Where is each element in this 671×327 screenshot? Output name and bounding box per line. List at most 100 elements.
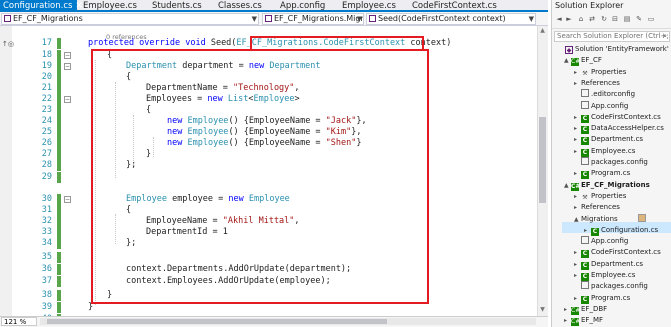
tree-item[interactable]: App.config xyxy=(574,236,628,246)
member-dropdown-label: Seed(CodeFirstContext context) xyxy=(378,14,506,23)
expander-icon[interactable]: ▸ xyxy=(574,124,581,134)
code-token: Seed( xyxy=(210,38,237,48)
tree-item-label: EF_MF xyxy=(581,316,604,325)
expander-icon[interactable]: ▸ xyxy=(574,147,581,157)
tree-item[interactable]: ▸ C Program.cs xyxy=(574,293,630,304)
expander-icon[interactable]: ▸ xyxy=(574,113,581,123)
change-indicator xyxy=(57,302,61,313)
tab-configuration-cs[interactable]: Configuration.cs ✕ xyxy=(0,0,83,12)
refresh-icon[interactable]: ↻ xyxy=(600,15,608,24)
tab-classes-cs[interactable]: Classes.cs xyxy=(218,0,262,12)
line-number: 20 xyxy=(41,72,52,82)
close-icon[interactable]: ✕ xyxy=(75,1,82,11)
tab-employee-cs-2[interactable]: Employee.cs xyxy=(342,0,396,12)
tab-label: Classes.cs xyxy=(218,1,262,11)
tree-item[interactable]: ▸ C CodeFirstContext.cs xyxy=(574,112,661,123)
tab-students-cs[interactable]: Students.cs xyxy=(152,0,202,12)
tab-app-config[interactable]: App.config xyxy=(280,0,325,12)
horizontal-scroll-thumb[interactable] xyxy=(47,319,387,324)
tree-item[interactable]: ▸ C CodeFirstContext.cs xyxy=(574,247,661,259)
solution-search-input[interactable]: Search Solution Explorer (Ctrl+;) ⌕ xyxy=(554,31,670,42)
tree-item[interactable]: ▸ C Configuration.cs xyxy=(584,225,659,236)
tree-item-label: Department.cs xyxy=(591,259,644,268)
project-dropdown-label: EF_CF_Migrations xyxy=(13,14,83,23)
tree-item[interactable]: ▸ C Program.cs xyxy=(574,168,630,180)
expander-icon[interactable]: ▸ xyxy=(574,79,581,89)
collapse-all-icon[interactable]: ⊟ xyxy=(611,15,619,24)
expander-icon[interactable]: ▸ xyxy=(574,192,581,202)
tree-item-label: Configuration.cs xyxy=(601,225,659,234)
expander-icon[interactable]: ▸ xyxy=(574,271,581,281)
tab-employee-cs[interactable]: Employee.cs xyxy=(83,0,137,12)
tree-item[interactable]: ▲ C#EF_CF_Migrations xyxy=(564,180,650,191)
tree-item[interactable]: ▲ C#EF_CF xyxy=(564,55,602,67)
tree-item[interactable]: ▸ C#EF_DBF xyxy=(564,304,607,315)
code-editor[interactable]: Configuration.cs ✕ Employee.cs Students.c… xyxy=(0,0,548,327)
tree-item[interactable]: ▲ Migrations xyxy=(574,213,646,225)
collapse-outline-icon[interactable]: − xyxy=(64,63,71,70)
tree-item-label: Migrations xyxy=(581,214,618,223)
sync-icon[interactable]: ⇄ xyxy=(588,15,596,24)
tree-item[interactable]: packages.config xyxy=(574,157,648,167)
preview-icon[interactable]: ▭ xyxy=(647,15,655,24)
tree-item[interactable]: ▸ C DataAccessHelper.cs xyxy=(574,123,664,135)
collapse-outline-icon[interactable]: − xyxy=(64,196,71,203)
tree-item-label: .editorconfig xyxy=(591,90,636,99)
tree-item[interactable]: ▸ C Department.cs xyxy=(574,134,643,146)
expander-icon[interactable]: ▸ xyxy=(574,203,581,213)
tree-item[interactable]: ◆Solution 'EntityFramework' (4 p xyxy=(558,44,671,54)
tab-codefirstcontext-cs[interactable]: CodeFirstContext.cs xyxy=(412,0,497,12)
cfg-icon xyxy=(581,281,589,290)
tree-item[interactable]: ▸ ⚒ Properties xyxy=(574,191,626,201)
show-all-files-icon[interactable]: ▤ xyxy=(623,15,631,24)
vertical-scroll-thumb[interactable] xyxy=(539,117,546,203)
override-glyph-icon[interactable]: ↑◎ xyxy=(2,40,14,48)
tree-item[interactable]: ▸ C#EF_MF xyxy=(564,315,604,327)
home-icon[interactable]: ⌂ xyxy=(577,15,585,24)
member-dropdown[interactable]: Seed(CodeFirstContext context) ▼ xyxy=(366,13,536,25)
zoom-dropdown[interactable]: 121 % xyxy=(1,317,37,326)
scroll-down-icon[interactable]: ▼ xyxy=(537,306,548,316)
change-indicator xyxy=(57,227,61,238)
expander-icon[interactable]: ▸ xyxy=(564,316,571,326)
expander-icon[interactable]: ▲ xyxy=(574,215,581,225)
expander-icon[interactable]: ▸ xyxy=(584,226,591,236)
tree-item[interactable]: ▸ ⚒ Properties xyxy=(574,67,626,77)
class-dropdown[interactable]: EF_CF_Migrations.Migratic▼ xyxy=(262,13,364,25)
project-dropdown[interactable]: EF_CF_Migrations ▼ xyxy=(1,13,259,25)
search-placeholder: Search Solution Explorer (Ctrl+;) xyxy=(557,32,670,40)
expander-icon[interactable]: ▸ xyxy=(574,294,581,304)
collapse-outline-icon[interactable]: − xyxy=(64,96,71,103)
tree-item[interactable]: ▸ C Employee.cs xyxy=(574,146,635,157)
expander-icon[interactable]: ▸ xyxy=(574,260,581,270)
back-icon[interactable]: ◄ xyxy=(555,15,563,24)
tree-item[interactable]: ▸ C Department.cs xyxy=(574,259,644,270)
expander-icon[interactable]: ▸ xyxy=(574,68,581,78)
expander-icon[interactable]: ▸ xyxy=(574,135,581,145)
tree-item-label: CodeFirstContext.cs xyxy=(591,112,661,121)
forward-icon[interactable]: ► xyxy=(565,15,573,24)
tree-item[interactable]: .editorconfig xyxy=(574,89,635,99)
expander-icon[interactable]: ▸ xyxy=(564,305,571,315)
tree-item-label: Properties xyxy=(591,67,627,76)
scroll-up-icon[interactable]: ▲ xyxy=(537,27,548,37)
collapse-outline-icon[interactable]: − xyxy=(64,52,71,59)
tree-item[interactable]: ▸ C Employee.cs xyxy=(574,270,636,281)
tree-item[interactable]: ▸■References xyxy=(574,78,620,88)
expander-icon[interactable]: ▲ xyxy=(564,181,571,191)
change-indicator xyxy=(57,290,61,301)
solution-explorer-toolbar: ◄ ► ⌂ ⇄ ↻ ⊟ ▤ ✎ ▭ xyxy=(552,11,671,29)
tree-item[interactable]: App.config xyxy=(574,100,628,111)
expander-icon[interactable]: ▲ xyxy=(564,56,571,66)
tree-item-label: packages.config xyxy=(591,282,648,291)
tree-item-label: EF_CF_Migrations xyxy=(581,180,650,189)
expander-icon[interactable]: ▸ xyxy=(574,169,581,179)
tab-label: Students.cs xyxy=(152,1,202,11)
change-indicator xyxy=(57,172,61,183)
tree-item-label: Employee.cs xyxy=(591,271,636,279)
expander-icon[interactable]: ▸ xyxy=(574,248,581,258)
tree-item[interactable]: packages.config xyxy=(574,281,648,291)
wrench-icon[interactable]: ✎ xyxy=(635,15,643,24)
method-icon xyxy=(369,15,376,22)
tree-item[interactable]: ▸■References xyxy=(574,202,620,212)
